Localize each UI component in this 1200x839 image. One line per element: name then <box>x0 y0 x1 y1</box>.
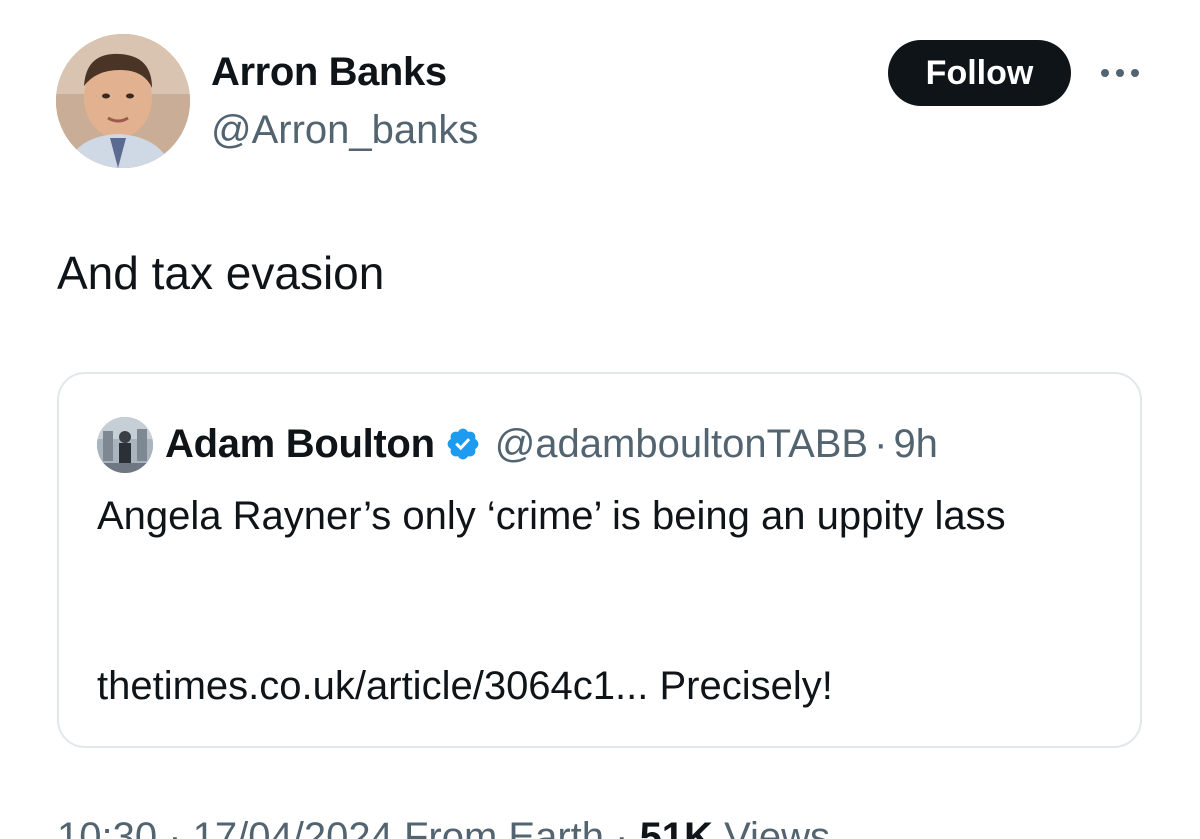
tweet-text: And tax evasion <box>57 247 385 299</box>
header-separator: · <box>874 421 888 466</box>
link-suffix-text: Precisely! <box>648 664 833 708</box>
quoted-tweet-header: Adam Boulton @adamboultonTABB · 9h <box>165 418 938 470</box>
author-avatar[interactable] <box>56 34 190 168</box>
quoted-tweet-card[interactable]: Adam Boulton @adamboultonTABB · 9h Angel… <box>57 372 1142 748</box>
quoted-tweet-link-line: thetimes.co.uk/article/3064c1... Precise… <box>97 664 833 709</box>
views-label: Views <box>712 815 831 839</box>
views-count: 51K <box>639 815 713 839</box>
quoted-author-handle[interactable]: @adamboultonTABB <box>495 422 868 467</box>
tweet-time[interactable]: 10:30 <box>57 815 157 839</box>
follow-button[interactable]: Follow <box>888 40 1071 106</box>
tweet-detail: Arron Banks @Arron_banks Follow And tax … <box>0 0 1200 839</box>
author-handle[interactable]: @Arron_banks <box>211 108 478 153</box>
verified-badge-icon <box>447 428 479 460</box>
meta-separator: · <box>604 815 640 839</box>
quoted-tweet-text: Angela Rayner’s only ‘crime’ is being an… <box>97 494 1006 538</box>
quoted-author-avatar[interactable] <box>97 417 153 473</box>
tweet-source: From Earth <box>392 815 605 839</box>
avatar-image <box>56 34 190 168</box>
more-dots-icon <box>1101 69 1139 77</box>
meta-separator: · <box>157 815 193 839</box>
author-name[interactable]: Arron Banks <box>211 50 447 95</box>
more-options-button[interactable] <box>1094 58 1146 88</box>
tweet-date[interactable]: 17/04/2024 <box>193 815 393 839</box>
article-link[interactable]: thetimes.co.uk/article/3064c1... <box>97 664 648 708</box>
quoted-author-name[interactable]: Adam Boulton <box>165 422 435 467</box>
tweet-meta: 10:30 · 17/04/2024 From Earth · 51K View… <box>57 815 830 839</box>
quoted-avatar-image <box>97 417 153 473</box>
quoted-tweet-time[interactable]: 9h <box>893 422 938 467</box>
